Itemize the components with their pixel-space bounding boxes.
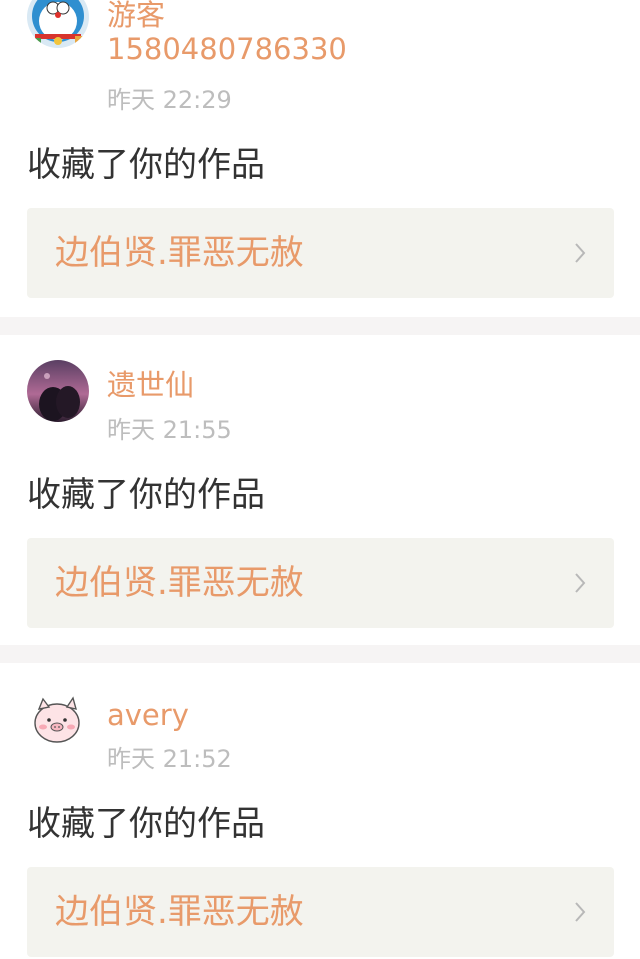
username[interactable]: 游客 1580480786330 <box>107 0 347 66</box>
work-card[interactable]: 边伯贤.罪恶无赦 <box>27 538 614 628</box>
photo-avatar-icon[interactable] <box>27 360 89 422</box>
work-title: 边伯贤.罪恶无赦 <box>55 563 304 603</box>
action-text: 收藏了你的作品 <box>27 804 265 844</box>
chevron-right-icon <box>574 572 586 594</box>
timestamp: 昨天 21:55 <box>107 416 232 444</box>
username-line-2: 1580480786330 <box>107 32 347 66</box>
work-card[interactable]: 边伯贤.罪恶无赦 <box>27 867 614 957</box>
chevron-right-icon <box>574 242 586 264</box>
action-text: 收藏了你的作品 <box>27 145 265 185</box>
work-title: 边伯贤.罪恶无赦 <box>55 233 304 273</box>
work-title: 边伯贤.罪恶无赦 <box>55 892 304 932</box>
work-card[interactable]: 边伯贤.罪恶无赦 <box>27 208 614 298</box>
timestamp: 昨天 22:29 <box>107 86 232 114</box>
notification-feed: 游客 1580480786330 昨天 22:29 收藏了你的作品 边伯贤.罪恶… <box>0 0 640 959</box>
timestamp: 昨天 21:52 <box>107 745 232 773</box>
separator <box>0 645 640 663</box>
pig-avatar-icon[interactable] <box>27 687 89 749</box>
username[interactable]: 遗世仙 <box>107 368 194 402</box>
separator <box>0 317 640 335</box>
username[interactable]: avery <box>107 698 189 732</box>
notification-item: 遗世仙 昨天 21:55 收藏了你的作品 边伯贤.罪恶无赦 <box>0 335 640 645</box>
username-line-1: 游客 <box>107 0 166 32</box>
notification-item: avery 昨天 21:52 收藏了你的作品 边伯贤.罪恶无赦 <box>0 663 640 959</box>
action-text: 收藏了你的作品 <box>27 475 265 515</box>
doraemon-avatar-icon[interactable] <box>27 0 89 48</box>
chevron-right-icon <box>574 901 586 923</box>
notification-item: 游客 1580480786330 昨天 22:29 收藏了你的作品 边伯贤.罪恶… <box>0 0 640 317</box>
